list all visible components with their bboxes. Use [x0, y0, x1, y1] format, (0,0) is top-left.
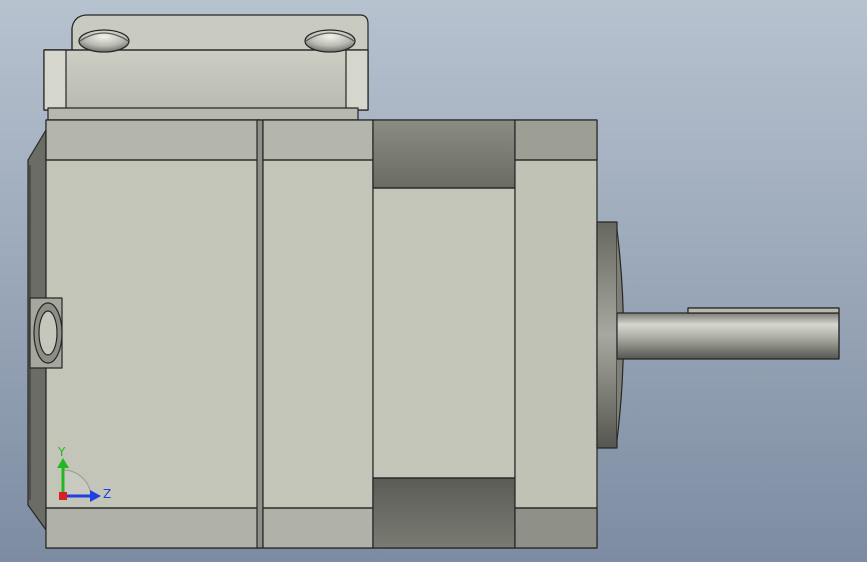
front-flange[interactable]	[514, 119, 598, 549]
output-shaft[interactable]	[616, 307, 840, 360]
motor-housing-front[interactable]	[262, 119, 374, 549]
x-axis-marker	[59, 492, 67, 500]
cad-3d-viewport[interactable]: Y Z	[0, 0, 867, 562]
screw-right	[304, 29, 356, 53]
housing-seam	[256, 119, 264, 549]
y-axis-label: Y	[57, 445, 66, 459]
cable-gland	[29, 297, 63, 369]
connector-box[interactable]	[43, 14, 369, 121]
screw-left	[78, 29, 130, 53]
gearbox-housing[interactable]	[372, 119, 516, 549]
z-axis-label: Z	[103, 487, 111, 501]
